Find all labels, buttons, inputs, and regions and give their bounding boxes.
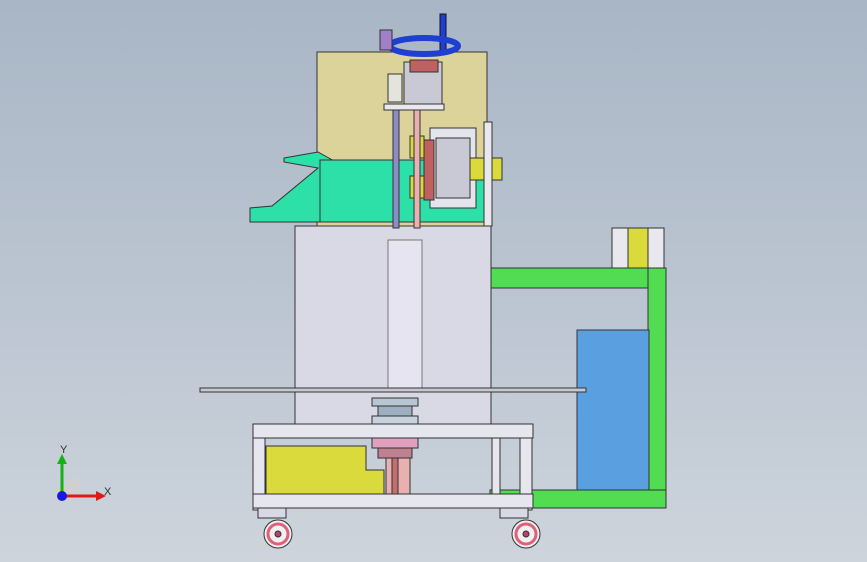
yellow-block bbox=[265, 445, 385, 495]
horizontal-rail bbox=[199, 387, 587, 393]
blue-tank bbox=[576, 329, 650, 491]
axis-triad: Y X bbox=[40, 440, 120, 510]
caster-wheel-icon bbox=[499, 507, 541, 549]
handwheel-icon[interactable] bbox=[379, 13, 461, 57]
cad-viewport[interactable]: Y X bbox=[0, 0, 867, 562]
y-axis-label: Y bbox=[60, 444, 68, 456]
axis-triad-graphic bbox=[57, 454, 106, 501]
caster-wheel-icon bbox=[257, 507, 293, 549]
x-axis-label: X bbox=[104, 486, 112, 498]
cabinet-inner-panel bbox=[387, 239, 423, 391]
machine-assembly-model[interactable] bbox=[0, 0, 867, 562]
